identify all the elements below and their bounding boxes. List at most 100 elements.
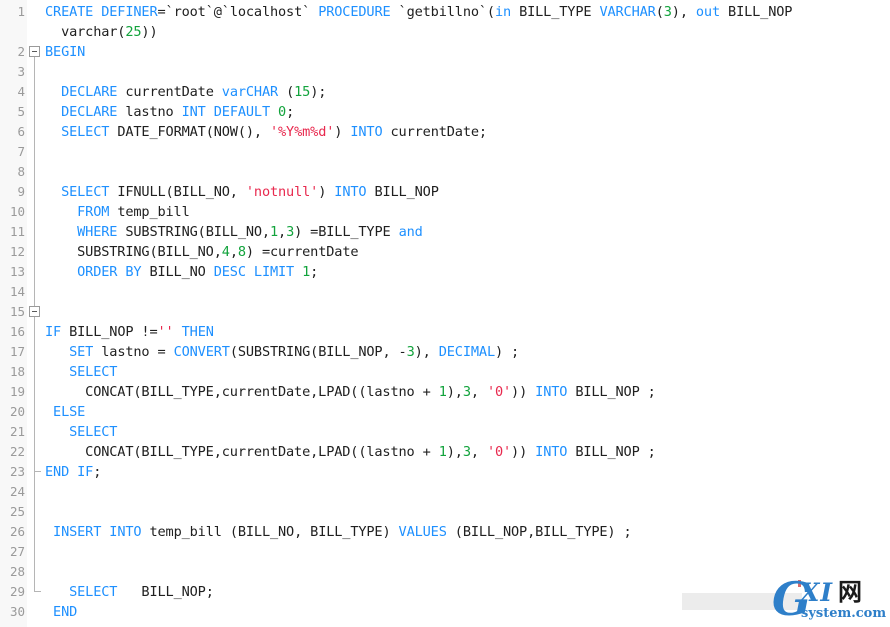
code-text: WHERE SUBSTRING(BILL_NO,1,3) =BILL_TYPE … bbox=[45, 222, 423, 242]
code-line[interactable]: 27 bbox=[0, 542, 890, 562]
code-token: INTO bbox=[334, 184, 367, 200]
code-lines-container: 1 CREATE DEFINER=`root`@`localhost` PROCE… bbox=[0, 0, 890, 627]
code-line[interactable]: varchar(25)) bbox=[0, 22, 890, 42]
code-token: ) ; bbox=[494, 344, 520, 360]
code-line[interactable]: 22 CONCAT(BILL_TYPE,currentDate,LPAD((la… bbox=[0, 442, 890, 462]
fold-marker-if-icon[interactable] bbox=[29, 306, 40, 317]
code-line[interactable]: 2 BEGIN bbox=[0, 42, 890, 62]
code-token: 1 bbox=[438, 444, 447, 460]
code-line[interactable]: 17 SET lastno = CONVERT(SUBSTRING(BILL_N… bbox=[0, 342, 890, 362]
line-number: 2 bbox=[17, 44, 25, 59]
code-token: 8 bbox=[237, 244, 246, 260]
code-token: CONCAT(BILL_TYPE,currentDate,LPAD((lastn… bbox=[45, 444, 439, 460]
code-line[interactable]: 18 SELECT bbox=[0, 362, 890, 382]
code-line[interactable]: 19 CONCAT(BILL_TYPE,currentDate,LPAD((la… bbox=[0, 382, 890, 402]
code-line[interactable]: 14 bbox=[0, 282, 890, 302]
code-line[interactable]: 6 SELECT DATE_FORMAT(NOW(), '%Y%m%d') IN… bbox=[0, 122, 890, 142]
code-line[interactable]: 21 SELECT bbox=[0, 422, 890, 442]
code-token: 3 bbox=[462, 384, 471, 400]
code-text: varchar(25)) bbox=[45, 22, 158, 42]
code-token: DECLARE bbox=[61, 104, 118, 120]
code-token: 1 bbox=[269, 224, 279, 240]
code-line[interactable]: 4 DECLARE currentDate varCHAR (15); bbox=[0, 82, 890, 102]
code-token: and bbox=[398, 224, 423, 240]
code-token: BILL_NOP ; bbox=[567, 444, 656, 460]
fold-marker-begin-icon[interactable] bbox=[29, 46, 40, 57]
code-text: ELSE bbox=[45, 402, 85, 422]
code-line[interactable]: 15 bbox=[0, 302, 890, 322]
line-number: 25 bbox=[9, 504, 25, 519]
code-token: IF bbox=[45, 324, 62, 340]
code-line[interactable]: 10 FROM temp_bill bbox=[0, 202, 890, 222]
code-token: ), bbox=[671, 4, 696, 20]
code-token: 15 bbox=[294, 84, 311, 100]
code-token: BILL_NOP bbox=[366, 184, 439, 200]
watermark-domain-text: system.com bbox=[801, 606, 887, 621]
code-token: (BILL_NOP,BILL_TYPE) ; bbox=[446, 524, 632, 540]
line-number: 10 bbox=[9, 204, 25, 219]
code-token: ), bbox=[446, 444, 463, 460]
code-token: in bbox=[494, 4, 512, 20]
code-token: BILL_NO bbox=[141, 264, 214, 280]
code-token: '' bbox=[157, 324, 174, 340]
code-text: DECLARE currentDate varCHAR (15); bbox=[45, 82, 326, 102]
code-token: DECIMAL bbox=[438, 344, 495, 360]
code-token: DATE_FORMAT(NOW(), bbox=[109, 124, 270, 140]
code-token: VALUES bbox=[398, 524, 447, 540]
code-line[interactable]: 1 CREATE DEFINER=`root`@`localhost` PROCE… bbox=[0, 2, 890, 22]
code-token: END bbox=[53, 604, 78, 620]
line-number: 8 bbox=[17, 164, 25, 179]
code-line[interactable]: 26 INSERT INTO temp_bill (BILL_NO, BILL_… bbox=[0, 522, 890, 542]
code-token: 3 bbox=[462, 444, 471, 460]
code-editor[interactable]: 1 CREATE DEFINER=`root`@`localhost` PROCE… bbox=[0, 0, 890, 627]
code-line[interactable]: 25 bbox=[0, 502, 890, 522]
code-token: PROCEDURE bbox=[318, 4, 391, 20]
code-line[interactable]: 5 DECLARE lastno INT DEFAULT 0; bbox=[0, 102, 890, 122]
code-line[interactable]: 24 bbox=[0, 482, 890, 502]
code-text: END bbox=[45, 602, 77, 622]
line-number: 9 bbox=[17, 184, 25, 199]
code-line[interactable]: 13 ORDER BY BILL_NO DESC LIMIT 1; bbox=[0, 262, 890, 282]
code-line[interactable]: 28 bbox=[0, 562, 890, 582]
code-token: BILL_NOP bbox=[720, 4, 793, 20]
code-line[interactable]: 20 ELSE bbox=[0, 402, 890, 422]
fold-guide-if-end-icon bbox=[34, 471, 41, 472]
code-token: ) bbox=[318, 184, 335, 200]
code-token: BILL_TYPE bbox=[511, 4, 600, 20]
code-token: ) =BILL_TYPE bbox=[294, 224, 399, 240]
code-line[interactable]: 9 SELECT IFNULL(BILL_NO, 'notnull') INTO… bbox=[0, 182, 890, 202]
code-token: varCHAR bbox=[221, 84, 279, 100]
code-token: '0' bbox=[486, 444, 512, 460]
code-token: '0' bbox=[486, 384, 512, 400]
code-token: IFNULL(BILL_NO, bbox=[109, 184, 246, 200]
code-token: SET bbox=[69, 344, 94, 360]
code-text: SUBSTRING(BILL_NO,4,8) =currentDate bbox=[45, 242, 358, 262]
code-line[interactable]: 8 bbox=[0, 162, 890, 182]
code-token: SUBSTRING(BILL_NO, bbox=[117, 224, 270, 240]
code-token: currentDate bbox=[117, 84, 222, 100]
code-token: CONVERT bbox=[173, 344, 230, 360]
code-token: out bbox=[695, 4, 720, 20]
code-text: DECLARE lastno INT DEFAULT 0; bbox=[45, 102, 294, 122]
code-text: SELECT bbox=[45, 362, 117, 382]
line-number: 27 bbox=[9, 544, 25, 559]
line-number: 5 bbox=[17, 104, 25, 119]
code-token: SELECT bbox=[69, 364, 118, 380]
code-line[interactable]: 16 IF BILL_NOP !='' THEN bbox=[0, 322, 890, 342]
code-token: ) bbox=[334, 124, 351, 140]
line-number: 17 bbox=[9, 344, 25, 359]
code-line[interactable]: 23 END IF; bbox=[0, 462, 890, 482]
code-line[interactable]: 11 WHERE SUBSTRING(BILL_NO,1,3) =BILL_TY… bbox=[0, 222, 890, 242]
code-line[interactable]: 3 bbox=[0, 62, 890, 82]
code-token: BILL_NOP ; bbox=[567, 384, 656, 400]
code-line[interactable]: 7 bbox=[0, 142, 890, 162]
line-number: 3 bbox=[17, 64, 25, 79]
line-number: 11 bbox=[9, 224, 25, 239]
code-line[interactable]: 12 SUBSTRING(BILL_NO,4,8) =currentDate bbox=[0, 242, 890, 262]
